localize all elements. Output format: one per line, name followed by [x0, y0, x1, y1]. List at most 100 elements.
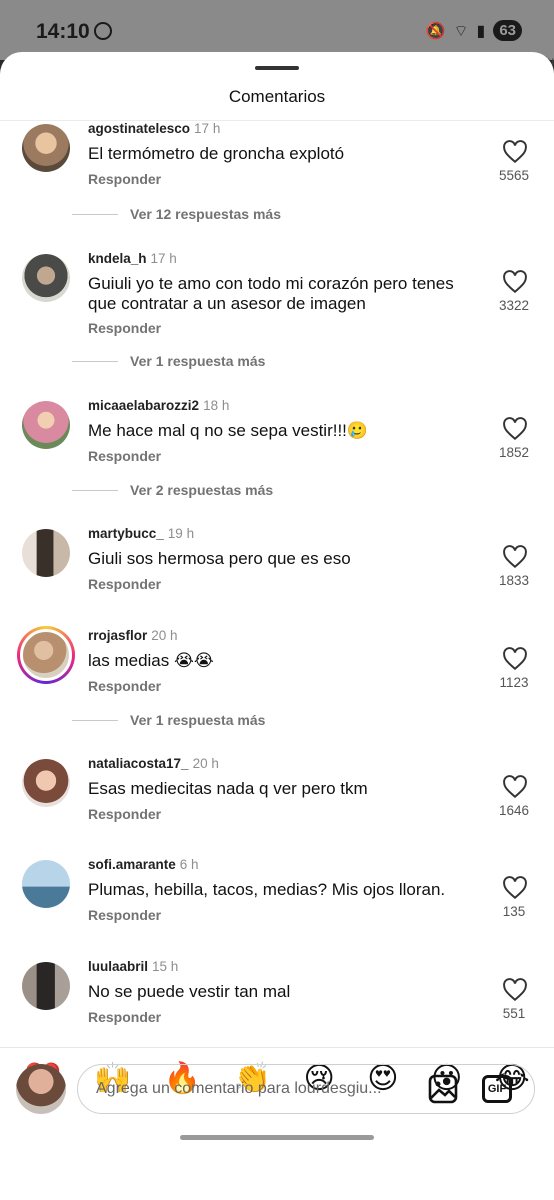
heart-icon[interactable] [502, 647, 528, 671]
reply-button[interactable]: Responder [88, 907, 161, 923]
comment-header: luulaabril 15 h [88, 959, 178, 974]
comment-text: Esas mediecitas nada q ver pero tkm [88, 779, 368, 798]
avatar-photo [20, 629, 72, 681]
avatar-photo [22, 254, 70, 302]
battery-indicator: 63 [493, 20, 522, 41]
comment-text: Guiuli yo te amo con todo mi corazón per… [88, 274, 454, 313]
comment-text: las medias 😭😭 [88, 651, 214, 670]
comment-text: No se puede vestir tan mal [88, 982, 291, 1001]
comment-text: Me hace mal q no se sepa vestir!!!🥲 [88, 421, 369, 440]
comment-username[interactable]: luulaabril [88, 959, 148, 974]
reply-button[interactable]: Responder [88, 448, 161, 464]
comment-text: El termómetro de groncha explotó [88, 144, 345, 163]
heart-icon[interactable] [502, 876, 528, 900]
comment-header: sofi.amarante 6 h [88, 857, 199, 872]
whatsapp-icon [94, 22, 112, 40]
heart-icon[interactable] [502, 417, 528, 441]
comment-username[interactable]: martybucc_ [88, 526, 164, 541]
comment-time: 17 h [150, 251, 177, 266]
sheet-title: Comentarios [228, 87, 326, 106]
avatar[interactable] [22, 860, 70, 908]
divider-line [72, 213, 118, 215]
reply-button[interactable]: Responder [88, 1009, 161, 1025]
drag-handle[interactable] [255, 66, 299, 70]
avatar[interactable] [22, 529, 70, 577]
avatar-photo [22, 529, 70, 577]
reply-button[interactable]: Responder [88, 171, 161, 187]
comment-header: nataliacosta17_ 20 h [88, 756, 219, 771]
comment-time: 20 h [192, 756, 219, 771]
comment-time: 15 h [152, 959, 179, 974]
like-count: 1123 [499, 675, 529, 690]
mute-icon: 🔕 [425, 22, 446, 40]
comment-time: 6 h [179, 857, 199, 872]
avatar-photo [22, 962, 70, 1010]
comment-text: Plumas, hebilla, tacos, medias? Mis ojos… [88, 880, 446, 899]
heart-icon[interactable] [502, 270, 528, 294]
view-more-replies[interactable]: Ver 1 respuesta más [72, 353, 265, 369]
comment-input-placeholder: Agrega un comentario para lourdesgiu... [96, 1080, 382, 1097]
reply-button[interactable]: Responder [88, 320, 161, 336]
gif-button[interactable]: GIF [482, 1075, 512, 1103]
avatar-photo [22, 124, 70, 172]
avatar-photo [22, 860, 70, 908]
comment-username[interactable]: kndela_h [88, 251, 147, 266]
avatar[interactable] [22, 759, 70, 807]
like-count: 551 [502, 1006, 526, 1021]
heart-icon[interactable] [502, 140, 528, 164]
more-replies-label: Ver 1 respuesta más [130, 353, 266, 369]
comment-header: micaaelabarozzi2 18 h [88, 398, 229, 413]
comment-username[interactable]: sofi.amarante [88, 857, 176, 872]
heart-icon[interactable] [502, 978, 528, 1002]
more-replies-label: Ver 12 respuestas más [130, 206, 281, 222]
status-bar: 14:10 🔕 ⌔ ▮ 63 [0, 0, 554, 60]
avatar[interactable] [22, 401, 70, 449]
comments-sheet: Comentarios agostinatelesco 17 h El termó… [0, 52, 554, 1200]
avatar[interactable] [22, 124, 70, 172]
status-icons: 🔕 ⌔ ▮ 63 [426, 20, 522, 41]
view-more-replies[interactable]: Ver 2 respuestas más [72, 482, 273, 498]
divider-line [72, 719, 118, 721]
comment-username[interactable]: micaaelabarozzi2 [88, 398, 199, 413]
comment-header: agostinatelesco 17 h [88, 121, 220, 136]
avatar-photo [22, 759, 70, 807]
like-count: 3322 [498, 298, 530, 313]
avatar-photo [22, 401, 70, 449]
comment-username[interactable]: nataliacosta17_ [88, 756, 189, 771]
avatar-story-ring[interactable] [17, 626, 75, 684]
more-replies-label: Ver 1 respuesta más [130, 712, 266, 728]
view-more-replies[interactable]: Ver 12 respuestas más [72, 206, 281, 222]
image-icon[interactable] [428, 1074, 458, 1104]
comment-time: 17 h [194, 121, 221, 136]
comment-time: 20 h [151, 628, 178, 643]
divider-line [72, 489, 118, 491]
like-count: 1852 [498, 445, 530, 460]
comment-composer: Agrega un comentario para lourdesgiu... … [0, 1060, 554, 1120]
reply-button[interactable]: Responder [88, 678, 161, 694]
status-time: 14:10 [36, 20, 90, 43]
comment-input[interactable]: Agrega un comentario para lourdesgiu... … [77, 1064, 535, 1114]
like-count: 1646 [498, 803, 530, 818]
like-count: 135 [502, 904, 526, 919]
comment-time: 18 h [203, 398, 230, 413]
comment-header: rrojasflor 20 h [88, 628, 178, 643]
wifi-icon: ⌔ [453, 22, 469, 40]
heart-icon[interactable] [502, 545, 528, 569]
comment-text: Giuli sos hermosa pero que es eso [88, 549, 351, 568]
avatar[interactable] [22, 254, 70, 302]
heart-icon[interactable] [502, 775, 528, 799]
like-count: 5565 [498, 168, 530, 183]
like-count: 1833 [498, 573, 530, 588]
signal-icon: ▮ [476, 22, 486, 40]
comment-header: martybucc_ 19 h [88, 526, 194, 541]
view-more-replies[interactable]: Ver 1 respuesta más [72, 712, 265, 728]
reply-button[interactable]: Responder [88, 806, 161, 822]
comment-header: kndela_h 17 h [88, 251, 177, 266]
comment-username[interactable]: rrojasflor [88, 628, 147, 643]
divider-line [72, 360, 118, 362]
avatar[interactable] [22, 962, 70, 1010]
reply-button[interactable]: Responder [88, 576, 161, 592]
comment-list[interactable]: agostinatelesco 17 h El termómetro de gro… [0, 120, 554, 1046]
comment-username[interactable]: agostinatelesco [88, 121, 190, 136]
comment-time: 19 h [167, 526, 195, 541]
